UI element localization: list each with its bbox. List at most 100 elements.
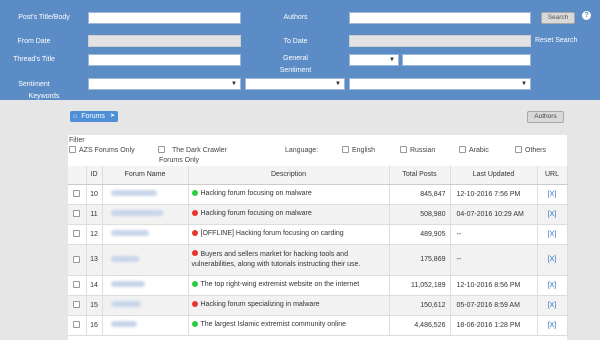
- general-sentiment-label-line1: General: [283, 55, 308, 62]
- authors-button[interactable]: Authors: [527, 111, 564, 123]
- dropdown-caret-icon: ▼: [231, 81, 237, 87]
- row-checkbox[interactable]: [73, 255, 81, 263]
- row-url-link[interactable]: [X]: [537, 295, 568, 316]
- checkbox[interactable]: [400, 146, 407, 153]
- general-sentiment-label: General Sentiment: [268, 54, 323, 75]
- row-url-link[interactable]: [X]: [537, 204, 568, 225]
- lang-others[interactable]: Others: [515, 146, 546, 155]
- row-description: Hacking forum specializing in malware: [188, 295, 390, 316]
- reset-search-link[interactable]: Reset Search: [535, 37, 577, 44]
- thread-title-label: Thread's Title: [13, 56, 55, 63]
- chevron-right-icon: ➤: [109, 113, 115, 119]
- filter-dark-crawler[interactable]: The Dark Crawler Forums Only: [158, 146, 227, 165]
- row-checkbox-cell: [68, 224, 87, 245]
- checkbox[interactable]: [459, 146, 466, 153]
- lang-english[interactable]: English: [342, 146, 375, 155]
- row-checkbox[interactable]: [73, 301, 81, 308]
- header-description[interactable]: Description: [188, 166, 390, 185]
- row-url-link[interactable]: [X]: [537, 184, 568, 205]
- from-date-input[interactable]: [88, 35, 241, 47]
- lang-english-label: English: [352, 147, 375, 154]
- row-url-link[interactable]: [X]: [537, 315, 568, 336]
- header-forum-name[interactable]: Forum Name: [102, 166, 189, 185]
- help-icon[interactable]: ?: [582, 11, 591, 20]
- table-row: 15 Hacking forum specializing in malware 1…: [68, 295, 568, 316]
- keyword-select-2[interactable]: ▼: [245, 78, 345, 90]
- status-dot-icon: [191, 300, 198, 307]
- row-description: Buyers and sellers market for hacking to…: [188, 244, 390, 276]
- authors-input[interactable]: [349, 12, 531, 24]
- checkbox[interactable]: [342, 146, 349, 153]
- lang-russian-label: Russian: [410, 147, 436, 154]
- keyword-select-3[interactable]: ▼: [349, 78, 531, 90]
- title-body-input[interactable]: [88, 12, 241, 24]
- row-description-text: The largest Islamic extremist community …: [200, 321, 347, 328]
- row-url-link[interactable]: [X]: [537, 244, 568, 276]
- filter-dark-crawler-label-1: The Dark Crawler: [172, 147, 227, 154]
- header-last-updated[interactable]: Last Updated: [450, 166, 538, 185]
- general-sentiment-label-line2: Sentiment: [279, 67, 312, 74]
- row-forum-name[interactable]: [102, 295, 189, 316]
- row-description-text: Buyers and sellers market for hacking to…: [191, 250, 361, 268]
- from-date-label: From Date: [17, 38, 51, 45]
- row-forum-name[interactable]: [102, 315, 189, 336]
- forums-table: ID Forum Name Description Total Posts La…: [68, 166, 568, 340]
- row-total-posts: 175,869: [389, 244, 451, 276]
- row-checkbox[interactable]: [73, 230, 81, 237]
- sentiment-keywords-label-line2: Keywords: [28, 93, 60, 100]
- lang-arabic[interactable]: Arabic: [459, 146, 489, 155]
- row-description: Hacking forum focusing on malware: [188, 204, 390, 225]
- to-date-input[interactable]: [349, 35, 531, 47]
- row-description: The top right-wing extremist website on …: [188, 275, 390, 296]
- row-checkbox-cell: [68, 315, 87, 336]
- redacted-name: [110, 210, 163, 216]
- dropdown-caret-icon: ▼: [389, 57, 395, 63]
- redacted-name: [110, 230, 149, 236]
- row-checkbox-cell: [68, 244, 87, 276]
- row-last-updated: 12-10-2016 7:56 PM: [450, 184, 538, 205]
- row-url-link[interactable]: [X]: [537, 224, 568, 245]
- row-checkbox[interactable]: [73, 190, 81, 197]
- thread-title-input[interactable]: [88, 54, 241, 66]
- row-forum-name[interactable]: [102, 224, 189, 245]
- checkbox[interactable]: [158, 146, 165, 153]
- row-url-link[interactable]: [X]: [537, 275, 568, 296]
- redacted-name: [110, 190, 157, 196]
- header-url[interactable]: URL: [537, 166, 568, 185]
- row-forum-name[interactable]: [102, 204, 189, 225]
- row-forum-name[interactable]: [102, 184, 189, 205]
- row-id: 10: [86, 184, 103, 205]
- redacted-name: [110, 281, 145, 287]
- checkbox[interactable]: [69, 146, 76, 153]
- row-forum-name[interactable]: [102, 244, 189, 276]
- row-id: 13: [86, 244, 103, 276]
- breadcrumb-label: Forums: [81, 113, 105, 120]
- row-checkbox[interactable]: [73, 321, 81, 328]
- general-sentiment-text-input[interactable]: [402, 54, 531, 66]
- header-select: [68, 166, 87, 185]
- row-last-updated: 05-07-2016 8:59 AM: [450, 295, 538, 316]
- row-forum-name[interactable]: [102, 275, 189, 296]
- row-description-text: Hacking forum specializing in malware: [200, 301, 320, 308]
- lang-russian[interactable]: Russian: [400, 146, 435, 155]
- row-checkbox[interactable]: [73, 210, 81, 217]
- redacted-name: [110, 301, 141, 307]
- breadcrumb-forums[interactable]: ⌂ Forums ➤: [70, 111, 118, 122]
- row-description: [OFFLINE] Hacking forum focusing on card…: [188, 224, 390, 245]
- keyword-select-1[interactable]: ▼: [88, 78, 241, 90]
- row-checkbox[interactable]: [73, 281, 81, 288]
- filter-azs-only[interactable]: AZS Forums Only: [69, 146, 135, 155]
- row-id: 16: [86, 315, 103, 336]
- row-checkbox-cell: [68, 204, 87, 225]
- status-dot-icon: [191, 229, 198, 236]
- general-sentiment-select[interactable]: ▼: [349, 54, 399, 66]
- row-description: Hacking forum focusing on malware: [188, 184, 390, 205]
- checkbox[interactable]: [515, 146, 522, 153]
- search-panel: Post's Title/Body Authors Search ? From …: [0, 0, 600, 100]
- header-id[interactable]: ID: [86, 166, 103, 185]
- to-date-label: To Date: [283, 38, 308, 45]
- row-last-updated: 12-10-2016 8:56 PM: [450, 275, 538, 296]
- header-total-posts[interactable]: Total Posts: [389, 166, 451, 185]
- search-button[interactable]: Search: [541, 12, 575, 24]
- status-dot-icon: [191, 209, 198, 216]
